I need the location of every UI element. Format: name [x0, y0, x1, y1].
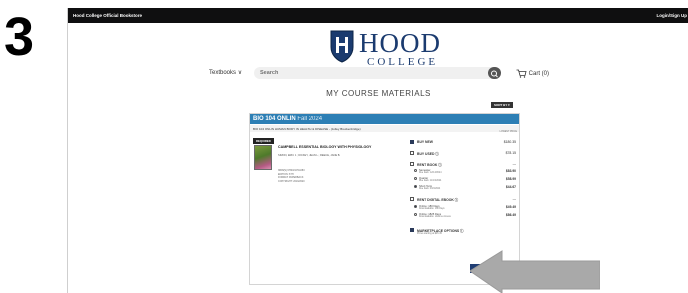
cart-icon: [516, 69, 527, 78]
book-meta: ISBN(S) 9780134711683 EDITION: 6TH FORMA…: [278, 169, 368, 183]
book-copyright: COPYRIGHT: 2019/2020: [278, 179, 305, 183]
course-term: Fall 2024: [297, 116, 323, 122]
login-link[interactable]: Login/Sign Up: [657, 13, 688, 18]
info-icon: ⓘ: [454, 198, 459, 202]
logo-word: HOOD: [359, 28, 441, 58]
marketplace-note: Prices starting at $45.45: [417, 233, 442, 235]
page-title: MY COURSE MATERIALS: [326, 89, 431, 98]
book-authors: SIMON, ERIC J.; DICKEY, JEAN L.; REECE, …: [278, 154, 341, 157]
course-subtitle: BIO 104 ONLIN HUMAN BODY IN HEALTH & DIS…: [250, 125, 519, 132]
rent-due: Due back: 12/13/2024: [419, 172, 442, 174]
marketplace-checkbox[interactable]: [410, 228, 414, 232]
category-dropdown[interactable]: Textbooks ∨: [209, 69, 242, 76]
sort-label: SORT BY: [494, 103, 508, 107]
search-row: Textbooks ∨ Cart (0): [68, 67, 688, 81]
hood-college-logo[interactable]: HOOD COLLEGE: [329, 28, 441, 71]
option-label: RENT BOOK ⓘ: [417, 163, 442, 167]
option-label: BUY NEW: [417, 140, 433, 144]
chevron-down-icon: ▾: [508, 103, 510, 107]
option-price: $78.15: [505, 151, 516, 155]
option-label: BUY USED ⓘ: [417, 152, 439, 156]
info-icon: ⓘ: [460, 229, 464, 233]
search-input[interactable]: [260, 69, 480, 77]
pointer-arrow-icon: [470, 250, 600, 293]
option-price: —: [512, 162, 516, 166]
rent-price: $58.99: [505, 177, 516, 181]
buy-used-checkbox[interactable]: [410, 151, 414, 155]
page: 3 Hood College Official Bookstore Login/…: [0, 0, 688, 293]
digital-access: Downloadable: 180 Days: [419, 208, 445, 210]
digital-price: $86.49: [505, 213, 516, 217]
rent-short-radio[interactable]: [414, 185, 417, 188]
cart-link[interactable]: Cart (0): [516, 69, 549, 78]
search-bar: [254, 67, 501, 79]
rent-due: Due back: 11/13/2024: [419, 180, 442, 182]
digital-price: $49.49: [505, 205, 516, 209]
store-name[interactable]: Hood College Official Bookstore: [73, 13, 142, 18]
rent-semester-radio[interactable]: [414, 169, 417, 172]
book-cover-image[interactable]: [254, 145, 272, 170]
rent-price: $44.67: [505, 185, 516, 189]
option-price: —: [512, 197, 516, 201]
cart-label: Cart (0): [528, 71, 550, 78]
search-icon: [491, 70, 498, 78]
digital-access: Downloadable: Lifetime Access: [419, 216, 451, 218]
lowest-price-label: LOWEST PRICE: [499, 131, 517, 133]
sort-button[interactable]: SORT BY ▾: [491, 102, 513, 108]
buy-new-checkbox[interactable]: [410, 140, 414, 144]
digital-365-radio[interactable]: [414, 213, 417, 216]
course-code: BIO 104 ONLIN: [253, 116, 296, 122]
top-bar: Hood College Official Bookstore Login/Si…: [68, 8, 688, 23]
category-label: Textbooks: [209, 70, 237, 76]
rent-due: Due back: 9/13/2024: [419, 188, 441, 190]
info-icon: ⓘ: [435, 152, 439, 156]
rent-digital-checkbox[interactable]: [410, 197, 414, 201]
required-badge: REQUIRED: [253, 138, 274, 144]
option-price: $180.35: [503, 140, 516, 144]
info-icon: ⓘ: [438, 163, 442, 167]
step-number: 3: [4, 7, 34, 67]
course-header: BIO 104 ONLIN Fall 2024: [250, 114, 519, 124]
rent-price: $83.90: [505, 169, 516, 173]
chevron-down-icon: ∨: [237, 70, 243, 76]
option-label: RENT DIGITAL EBOOK ⓘ: [417, 198, 459, 202]
shield-icon: [330, 30, 354, 63]
search-button[interactable]: [488, 67, 501, 79]
digital-180-radio[interactable]: [414, 205, 417, 208]
rent-book-checkbox[interactable]: [410, 162, 414, 166]
rent-quarter-radio[interactable]: [414, 177, 417, 180]
book-title[interactable]: CAMPBELL ESSENTIAL BIOLOGY WITH PHYSIOLO…: [278, 145, 378, 149]
